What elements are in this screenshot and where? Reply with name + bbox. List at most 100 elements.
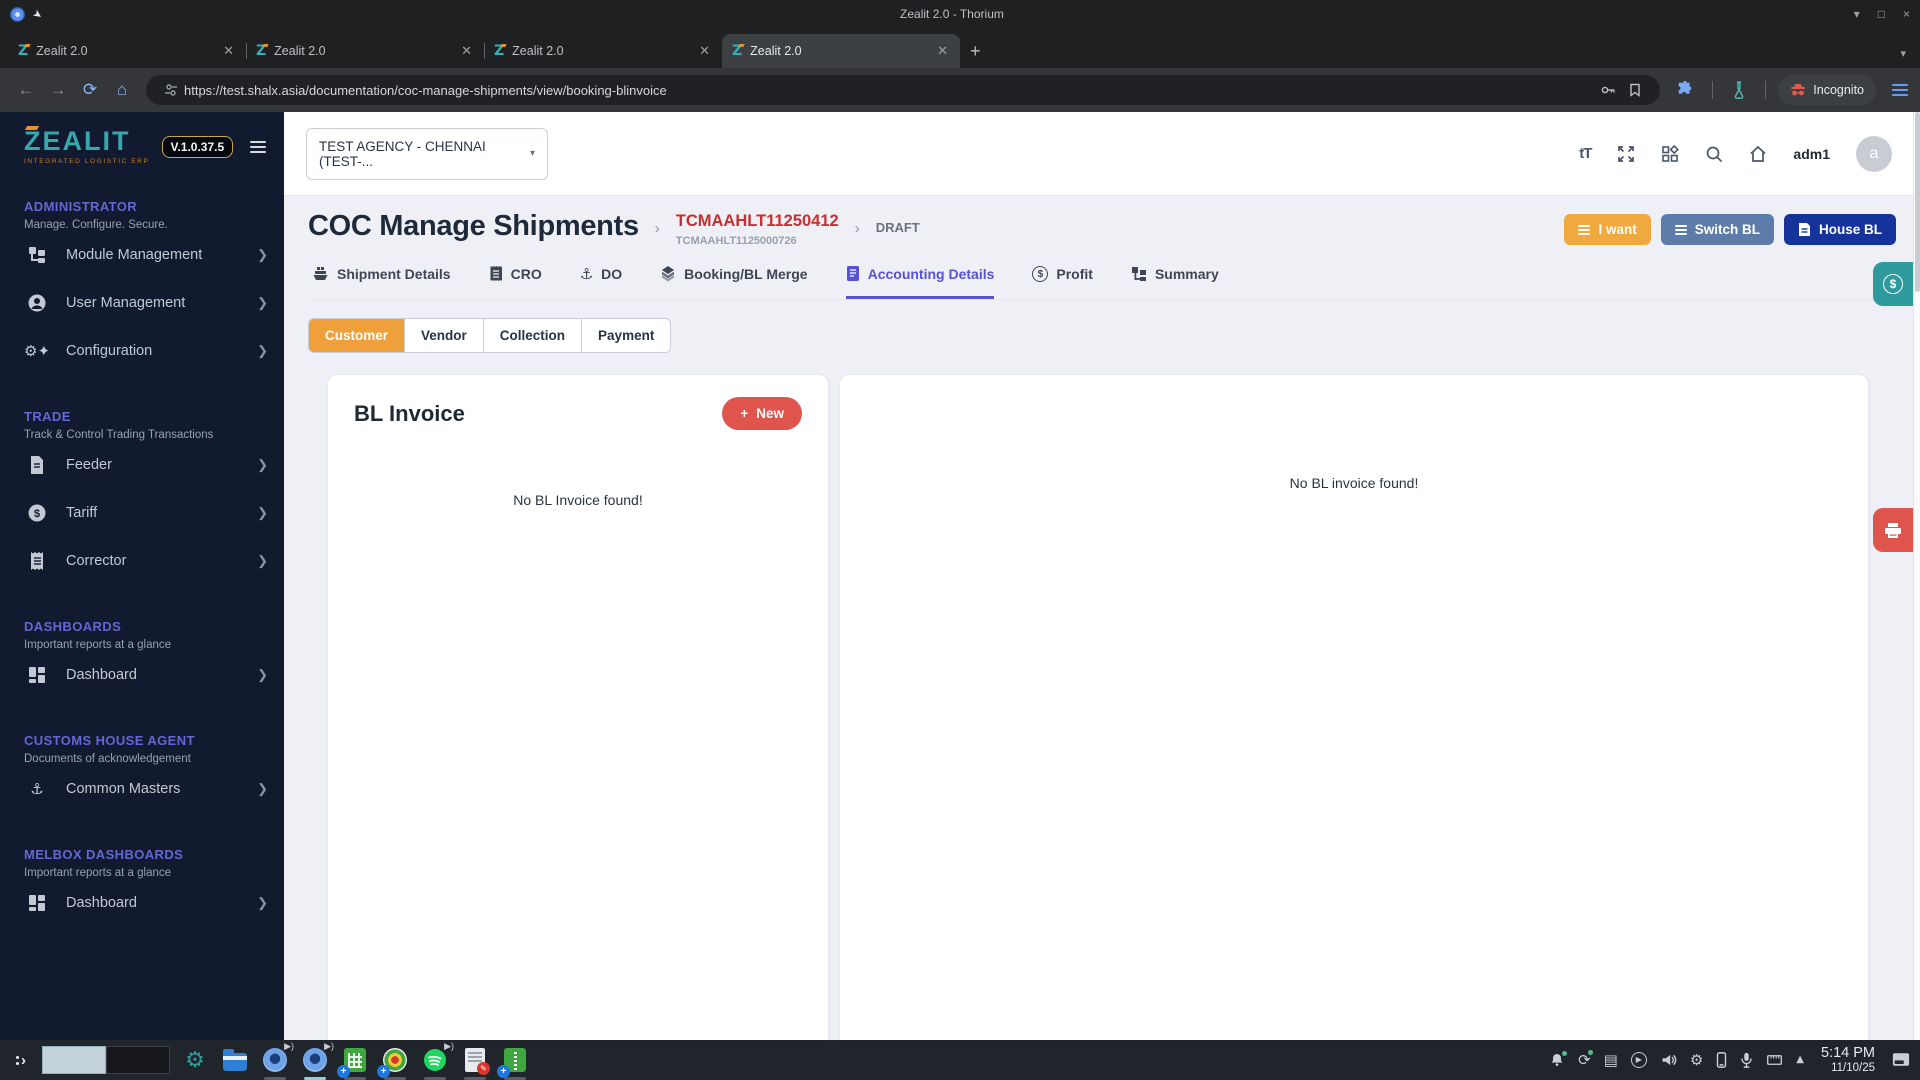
taskbar-spotify-icon[interactable]: ▶) — [420, 1041, 454, 1080]
microphone-icon[interactable] — [1740, 1052, 1753, 1068]
audio-badge: ▶) — [444, 1041, 454, 1051]
reload-icon[interactable]: ⟳ — [76, 80, 104, 100]
bl-doc-icon — [1798, 223, 1810, 236]
tab-search-icon[interactable]: ▾ — [1900, 47, 1906, 60]
browser-titlebar: ➤ Zealit 2.0 - Thorium ▾ □ × — [0, 0, 1920, 28]
text-size-icon[interactable]: tT — [1579, 145, 1592, 162]
sidebar-item-dashboard-melbox[interactable]: Dashboard ❯ — [24, 879, 284, 927]
plus-icon: + — [740, 406, 749, 421]
incognito-badge[interactable]: Incognito — [1778, 75, 1876, 105]
print-float-button[interactable] — [1873, 508, 1913, 552]
list-icon — [1674, 224, 1687, 235]
workspace-2[interactable] — [106, 1046, 170, 1074]
taskbar-file-manager-icon[interactable] — [220, 1045, 250, 1075]
volume-icon[interactable] — [1660, 1052, 1677, 1068]
tab-booking-bl-merge[interactable]: Booking/BL Merge — [660, 265, 808, 299]
taskbar-spreadsheet-icon[interactable]: + — [337, 1045, 370, 1080]
sidebar-item-user-management[interactable]: User Management ❯ — [24, 279, 284, 327]
subtab-customer[interactable]: Customer — [309, 319, 406, 352]
sync-icon[interactable]: ⟳ — [1578, 1049, 1593, 1069]
subtab-payment[interactable]: Payment — [582, 319, 671, 352]
subtab-collection[interactable]: Collection — [483, 319, 583, 352]
clipboard-icon[interactable]: ▤ — [1604, 1051, 1618, 1069]
page-scrollbar[interactable] — [1913, 112, 1920, 1040]
tab-summary[interactable]: Summary — [1131, 266, 1219, 299]
dollar-icon: $ — [1883, 274, 1903, 294]
subtab-vendor[interactable]: Vendor — [405, 319, 484, 352]
tab-close-icon[interactable]: ✕ — [697, 43, 712, 59]
taskbar-archive-icon[interactable]: + — [497, 1045, 530, 1080]
sidebar-item-feeder[interactable]: Feeder ❯ — [24, 441, 284, 489]
tab-close-icon[interactable]: ✕ — [221, 43, 236, 59]
sidebar-item-common-masters[interactable]: ⚓ Common Masters ❯ — [24, 765, 284, 813]
new-tab-button[interactable]: + — [970, 41, 981, 62]
apps-grid-icon[interactable] — [1661, 144, 1680, 163]
lab-flask-icon[interactable] — [1731, 81, 1747, 99]
sidebar-item-corrector[interactable]: Corrector ❯ — [24, 537, 284, 585]
browser-tab-1[interactable]: Z Zealit 2.0 ✕ — [8, 34, 247, 68]
tab-do[interactable]: ⚓ DO — [580, 266, 622, 299]
tray-expand-icon[interactable]: ▲ — [1796, 1054, 1804, 1065]
phone-icon[interactable] — [1716, 1052, 1727, 1068]
password-key-icon[interactable] — [1600, 82, 1616, 98]
new-bl-invoice-button[interactable]: + New — [722, 397, 802, 430]
chevron-right-icon: ❯ — [257, 667, 268, 682]
shipment-ref[interactable]: TCMAAHLT11250412 — [676, 212, 839, 231]
taskbar-browser-1-icon[interactable]: ▶) — [260, 1041, 294, 1080]
tab-close-icon[interactable]: ✕ — [935, 43, 950, 59]
sidebar-item-configuration[interactable]: ⚙✦ Configuration ❯ — [24, 327, 284, 375]
network-icon[interactable] — [1766, 1053, 1783, 1067]
username-label[interactable]: adm1 — [1793, 146, 1830, 162]
back-icon[interactable]: ← — [12, 80, 40, 100]
tab-cro[interactable]: CRO — [489, 265, 542, 299]
home-icon[interactable]: ⌂ — [108, 80, 136, 100]
tab-profit[interactable]: $ Profit — [1032, 266, 1093, 299]
forward-icon[interactable]: → — [44, 80, 72, 100]
taskbar-browser-2-icon[interactable]: ▶) — [300, 1041, 334, 1080]
house-bl-button[interactable]: House BL — [1783, 214, 1896, 245]
window-maximize-icon[interactable]: □ — [1878, 7, 1885, 21]
sidebar-item-module-management[interactable]: Module Management ❯ — [24, 231, 284, 279]
document-icon — [24, 455, 50, 475]
address-bar[interactable]: https://test.shalx.asia/documentation/co… — [146, 75, 1661, 105]
taskbar-media-app-icon[interactable]: + — [377, 1045, 410, 1080]
taskbar-tools-icon[interactable]: ⚙ — [180, 1045, 210, 1075]
avatar[interactable]: a — [1856, 135, 1892, 172]
taskbar-clock[interactable]: 5:14 PM 11/10/25 — [1821, 1045, 1875, 1075]
switch-bl-button[interactable]: Switch BL — [1660, 214, 1774, 245]
browser-tab-4-active[interactable]: Z Zealit 2.0 ✕ — [722, 34, 960, 68]
window-minimize-icon[interactable]: ▾ — [1854, 7, 1860, 21]
site-info-icon[interactable] — [164, 83, 178, 97]
tab-shipment-details[interactable]: Shipment Details — [312, 265, 451, 299]
content-area: BL Invoice + New No BL Invoice found! No… — [284, 353, 1920, 1040]
browser-tab-3[interactable]: Z Zealit 2.0 ✕ — [484, 34, 722, 68]
i-want-button[interactable]: I want — [1564, 214, 1651, 245]
bl-invoice-title: BL Invoice — [354, 400, 465, 426]
browser-menu-icon[interactable] — [1892, 84, 1908, 96]
taskbar-text-editor-icon[interactable] — [460, 1045, 490, 1080]
search-icon[interactable] — [1705, 145, 1723, 163]
sidebar-item-tariff[interactable]: $ Tariff ❯ — [24, 489, 284, 537]
tab-close-icon[interactable]: ✕ — [459, 43, 474, 59]
agency-select[interactable]: TEST AGENCY - CHENNAI (TEST-... ▾ — [306, 127, 548, 180]
bookmark-icon[interactable] — [1628, 83, 1642, 97]
currency-float-button[interactable]: $ — [1873, 262, 1913, 306]
settings-gear-icon[interactable]: ⚙ — [1690, 1051, 1703, 1069]
app-launcher-icon[interactable]: › — [16, 1052, 26, 1069]
app-topbar: TEST AGENCY - CHENNAI (TEST-... ▾ tT adm… — [284, 112, 1920, 196]
sidebar-toggle-icon[interactable] — [250, 140, 266, 153]
window-close-icon[interactable]: × — [1903, 7, 1910, 21]
sidebar-item-dashboard[interactable]: Dashboard ❯ — [24, 651, 284, 699]
media-play-icon[interactable]: ▶ — [1630, 1051, 1647, 1068]
page-header: COC Manage Shipments › TCMAAHLT11250412 … — [308, 210, 1896, 247]
home-icon[interactable] — [1749, 145, 1767, 163]
browser-tab-2[interactable]: Z Zealit 2.0 ✕ — [246, 34, 485, 68]
tab-accounting-details[interactable]: Accounting Details — [845, 265, 995, 299]
workspace-1[interactable] — [42, 1046, 106, 1074]
sidebar-section-melbox-dashboards: MELBOX DASHBOARDS Important reports at a… — [24, 847, 284, 927]
notifications-bell-icon[interactable] — [1549, 1050, 1568, 1068]
sidebar: ZEALIT INTEGRATED LOGISTIC ERP V.1.0.37.… — [0, 112, 284, 1040]
show-desktop-icon[interactable] — [1892, 1052, 1910, 1067]
fullscreen-icon[interactable] — [1617, 145, 1635, 163]
extensions-icon[interactable] — [1676, 81, 1694, 99]
